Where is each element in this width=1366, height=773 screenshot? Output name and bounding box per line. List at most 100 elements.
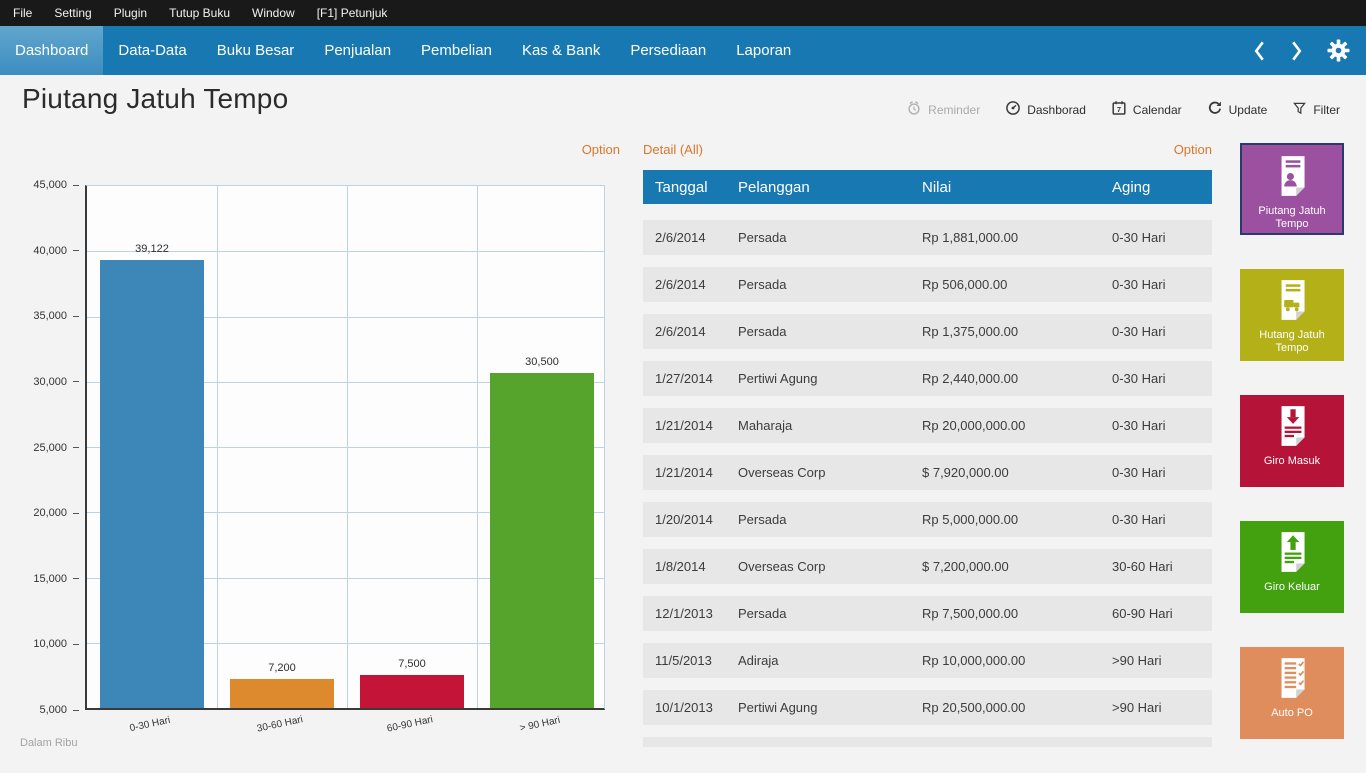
tile-piutang-jatuh-tempo[interactable]: Piutang Jatuh Tempo	[1240, 143, 1344, 235]
tab-buku-besar[interactable]: Buku Besar	[202, 26, 310, 75]
tab-kas-bank[interactable]: Kas & Bank	[507, 26, 615, 75]
tile-hutang-jatuh-tempo[interactable]: Hutang Jatuh Tempo	[1240, 269, 1344, 361]
bar-30-60-hari[interactable]	[230, 679, 334, 708]
table-row[interactable]: 12/1/2013PersadaRp 7,500,000.0060-90 Har…	[643, 596, 1212, 631]
chart-option-link[interactable]: Option	[450, 142, 620, 157]
settings-gear-icon[interactable]	[1327, 39, 1350, 62]
cell-nilai: Rp 5,000,000.00	[910, 512, 1100, 527]
cell-nilai: Rp 1,881,000.00	[910, 230, 1100, 245]
cell-pelanggan: Pertiwi Agung	[726, 371, 910, 386]
cell-pelanggan: Persada	[726, 324, 910, 339]
y-tick-mark	[73, 316, 79, 317]
cell-nilai: Rp 2,440,000.00	[910, 371, 1100, 386]
table-row[interactable]: 1/8/2014Overseas Corp$ 7,200,000.0030-60…	[643, 549, 1212, 584]
cell-nilai: Rp 20,500,000.00	[910, 700, 1100, 715]
table-row[interactable]: 1/21/2014Overseas Corp$ 7,920,000.000-30…	[643, 455, 1212, 490]
action-filter[interactable]: Filter	[1292, 101, 1340, 119]
cell-nilai: Rp 10,000,000.00	[910, 653, 1100, 668]
action-calendar[interactable]: 7Calendar	[1111, 100, 1182, 119]
cell-nilai: Rp 1,375,000.00	[910, 324, 1100, 339]
filter-icon	[1292, 101, 1307, 119]
tile-label-hutang-jatuh-tempo: Hutang Jatuh Tempo	[1240, 329, 1344, 354]
detail-all-link[interactable]: Detail (All)	[643, 142, 703, 160]
tab-laporan[interactable]: Laporan	[721, 26, 806, 75]
navbar: DashboardData-DataBuku BesarPenjualanPem…	[0, 26, 1366, 75]
table-row[interactable]: 11/5/2013AdirajaRp 10,000,000.00>90 Hari	[643, 643, 1212, 678]
receivable-due-icon	[1269, 145, 1315, 204]
table-row[interactable]: 1/21/2014MaharajaRp 20,000,000.000-30 Ha…	[643, 408, 1212, 443]
tile-giro-keluar[interactable]: Giro Keluar	[1240, 521, 1344, 613]
chart-ylabels: 45,00040,00035,00030,00025,00020,00015,0…	[0, 185, 79, 710]
alarm-icon	[906, 100, 922, 119]
cell-pelanggan: Persada	[726, 606, 910, 621]
table-body: 2/6/2014PersadaRp 1,881,000.000-30 Hari 2…	[643, 220, 1212, 725]
menu-item-setting[interactable]: Setting	[43, 0, 102, 26]
bar-value-label: 39,122	[100, 243, 204, 255]
auto-po-icon	[1269, 647, 1315, 706]
cell-tanggal: 1/20/2014	[643, 512, 726, 527]
cell-aging: 0-30 Hari	[1100, 371, 1212, 386]
page-title: Piutang Jatuh Tempo	[22, 83, 288, 115]
cell-pelanggan: Adiraja	[726, 653, 910, 668]
tile-auto-po[interactable]: Auto PO	[1240, 647, 1344, 739]
cell-aging: 0-30 Hari	[1100, 418, 1212, 433]
action-update[interactable]: Update	[1207, 100, 1268, 119]
y-tick-label: 20,000	[33, 507, 67, 519]
bar-90-hari[interactable]	[490, 373, 594, 708]
tile-giro-masuk[interactable]: Giro Masuk	[1240, 395, 1344, 487]
cell-aging: 0-30 Hari	[1100, 465, 1212, 480]
y-tick-mark	[73, 710, 79, 711]
menu-item-tutup-buku[interactable]: Tutup Buku	[158, 0, 241, 26]
action-reminder[interactable]: Reminder	[906, 100, 980, 119]
y-tick-mark	[73, 381, 79, 382]
tab-dashboard[interactable]: Dashboard	[0, 26, 103, 75]
table-row[interactable]: 1/27/2014Pertiwi AgungRp 2,440,000.000-3…	[643, 361, 1212, 396]
tab-persediaan[interactable]: Persediaan	[615, 26, 721, 75]
cell-pelanggan: Persada	[726, 277, 910, 292]
cell-tanggal: 11/5/2013	[643, 653, 726, 668]
bar-60-90-hari[interactable]	[360, 675, 464, 708]
table-header-row: TanggalPelangganNilaiAging	[643, 170, 1212, 204]
nav-back-icon[interactable]	[1253, 40, 1266, 62]
bar-value-label: 30,500	[490, 356, 594, 368]
menu-item-file[interactable]: File	[2, 0, 43, 26]
x-tick-label: 0-30 Hari	[85, 706, 214, 744]
bar-value-label: 7,200	[230, 662, 334, 674]
x-tick-label: 60-90 Hari	[345, 706, 474, 744]
cell-tanggal: 10/1/2013	[643, 700, 726, 715]
table-row[interactable]: 1/20/2014PersadaRp 5,000,000.000-30 Hari	[643, 502, 1212, 537]
nav-forward-icon[interactable]	[1290, 40, 1303, 62]
menubar: FileSettingPluginTutup BukuWindow[F1] Pe…	[0, 0, 1366, 26]
cell-aging: 0-30 Hari	[1100, 277, 1212, 292]
tile-label-giro-masuk: Giro Masuk	[1260, 455, 1324, 468]
y-tick-mark	[73, 185, 79, 186]
table-row[interactable]: 2/6/2014PersadaRp 1,881,000.000-30 Hari	[643, 220, 1212, 255]
cell-pelanggan: Maharaja	[726, 418, 910, 433]
cell-aging: 30-60 Hari	[1100, 559, 1212, 574]
action-dashborad[interactable]: Dashborad	[1005, 100, 1086, 119]
y-tick-mark	[73, 644, 79, 645]
table-row[interactable]: 2/6/2014PersadaRp 506,000.000-30 Hari	[643, 267, 1212, 302]
gauge-icon	[1005, 100, 1021, 119]
table-row[interactable]: 10/1/2013Pertiwi AgungRp 20,500,000.00>9…	[643, 690, 1212, 725]
action-label-dashborad: Dashborad	[1027, 103, 1086, 117]
bar-0-30-hari[interactable]	[100, 260, 204, 708]
table-row[interactable]: 2/6/2014PersadaRp 1,375,000.000-30 Hari	[643, 314, 1212, 349]
y-tick-mark	[73, 578, 79, 579]
gridline-v	[477, 186, 478, 708]
cell-nilai: Rp 506,000.00	[910, 277, 1100, 292]
table-option-link[interactable]: Option	[1174, 142, 1212, 160]
cell-aging: >90 Hari	[1100, 653, 1212, 668]
tab-penjualan[interactable]: Penjualan	[309, 26, 406, 75]
menu-item-plugin[interactable]: Plugin	[103, 0, 158, 26]
tab-data-data[interactable]: Data-Data	[103, 26, 201, 75]
cell-nilai: $ 7,920,000.00	[910, 465, 1100, 480]
column-header-pelanggan: Pelanggan	[726, 179, 910, 196]
column-header-nilai: Nilai	[910, 179, 1100, 196]
tab-pembelian[interactable]: Pembelian	[406, 26, 507, 75]
menu-item-f1-petunjuk[interactable]: [F1] Petunjuk	[306, 0, 399, 26]
y-tick-label: 5,000	[39, 704, 67, 716]
gridline-v	[217, 186, 218, 708]
column-header-aging: Aging	[1100, 179, 1212, 196]
menu-item-window[interactable]: Window	[241, 0, 306, 26]
